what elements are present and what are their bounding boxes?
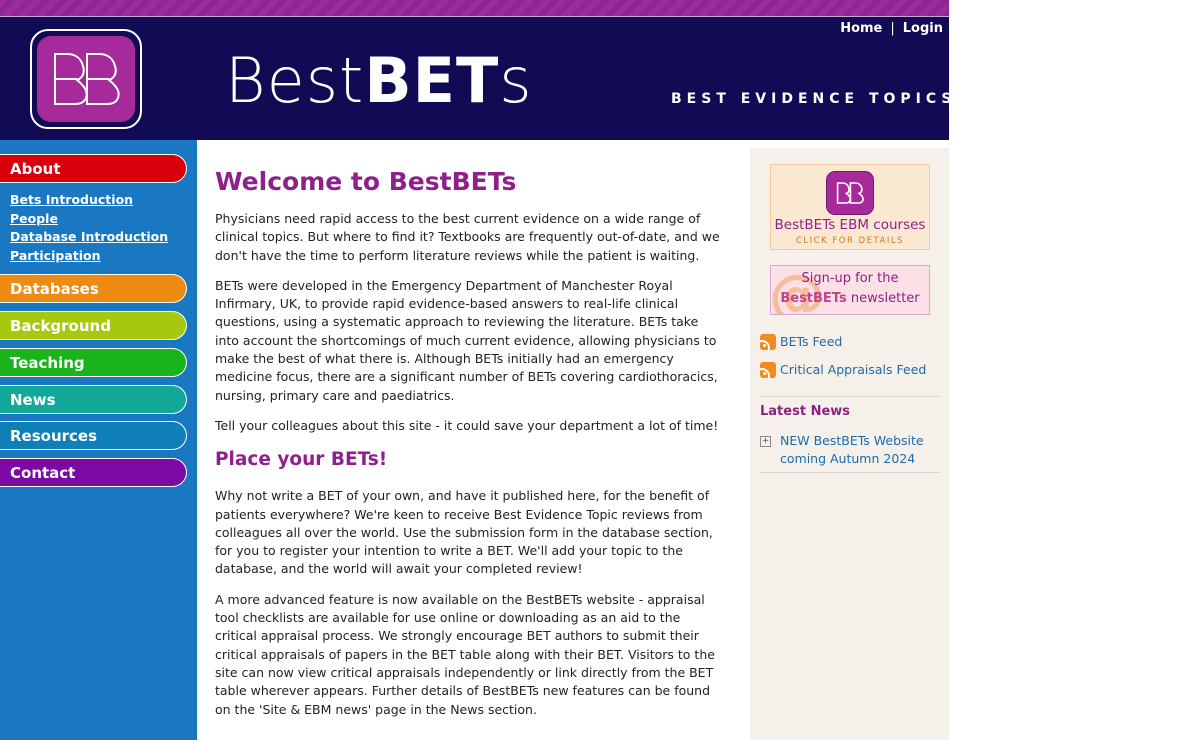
nav-separator: | — [890, 21, 895, 36]
bestbets-logo[interactable] — [30, 29, 142, 129]
home-link[interactable]: Home — [840, 21, 882, 36]
bets-feed-link[interactable]: BETs Feed — [760, 334, 842, 352]
history-paragraph: BETs were developed in the Emergency Dep… — [215, 277, 718, 403]
page-title: Welcome to BestBETs — [215, 167, 517, 196]
section-title: Place your BETs! — [215, 449, 388, 471]
nav-label: Teaching — [10, 354, 85, 372]
newsletter-banner[interactable]: @ Sign-up for the BestBETs newsletter — [770, 265, 930, 315]
bets-introduction-link[interactable]: Bets Introduction — [10, 191, 168, 210]
newsletter-tail: newsletter — [850, 291, 920, 306]
nav-contact[interactable]: Contact — [0, 458, 187, 487]
ebm-courses-banner[interactable]: BestBETs EBM courses CLICK FOR DETAILS — [770, 164, 930, 250]
feed-label: BETs Feed — [780, 334, 843, 349]
rss-icon — [760, 362, 776, 378]
expand-plus-icon[interactable]: + — [760, 436, 771, 447]
nav-label: Databases — [10, 280, 99, 298]
login-link[interactable]: Login — [903, 21, 943, 36]
nav-databases[interactable]: Databases — [0, 274, 187, 303]
page: BestBETs BEST EVIDENCE TOPICS Home | Login… — [0, 0, 949, 740]
nav-label: News — [10, 391, 56, 409]
nav-label: Resources — [10, 427, 98, 445]
ebm-banner-title: BestBETs EBM courses — [774, 217, 926, 233]
submission-paragraph: Why not write a BET of your own, and hav… — [215, 488, 713, 577]
nav-background[interactable]: Background — [0, 311, 187, 340]
nav-label: Contact — [10, 464, 76, 482]
logo-monogram-icon — [37, 36, 135, 122]
share-paragraph: Tell your colleagues about this site - i… — [215, 417, 719, 433]
participation-link[interactable]: Participation — [10, 247, 168, 266]
bestbets-logo-icon — [826, 171, 874, 215]
news-item-link[interactable]: NEW BestBETs Website coming Autumn 2024 — [780, 432, 940, 468]
ebm-banner-cta: CLICK FOR DETAILS — [796, 236, 904, 246]
divider — [760, 472, 940, 473]
nav-label: Background — [10, 317, 111, 335]
latest-news-heading: Latest News — [760, 404, 851, 419]
right-column: BestBETs EBM courses CLICK FOR DETAILS @… — [750, 148, 949, 740]
nav-teaching[interactable]: Teaching — [0, 348, 187, 377]
main-content: Welcome to BestBETs Physicians need rapi… — [215, 165, 720, 731]
divider — [760, 396, 940, 397]
database-introduction-link[interactable]: Database Introduction — [10, 228, 168, 247]
appraisal-paragraph: A more advanced feature is now available… — [215, 591, 715, 717]
nav-label: About — [10, 160, 61, 178]
nav-about[interactable]: About — [0, 154, 187, 183]
top-stripe — [0, 0, 949, 17]
feed-label: Critical Appraisals Feed — [780, 362, 927, 377]
header: BestBETs BEST EVIDENCE TOPICS Home | Login — [0, 17, 949, 140]
site-wordmark: BestBETs — [225, 44, 533, 117]
nav-resources[interactable]: Resources — [0, 421, 187, 450]
top-nav: Home | Login — [840, 21, 943, 36]
rss-icon — [760, 334, 776, 350]
newsletter-line2: BestBETs newsletter — [771, 291, 929, 306]
newsletter-brand: BestBETs — [780, 291, 847, 306]
about-submenu: Bets Introduction People Database Introd… — [10, 191, 168, 265]
left-sidebar: About Bets Introduction People Database … — [0, 140, 197, 740]
critical-appraisals-feed-link[interactable]: Critical Appraisals Feed — [760, 362, 926, 380]
people-link[interactable]: People — [10, 210, 168, 229]
newsletter-line1: Sign-up for the — [801, 271, 899, 286]
intro-paragraph: Physicians need rapid access to the best… — [215, 211, 720, 263]
tagline: BEST EVIDENCE TOPICS — [671, 91, 949, 107]
nav-news[interactable]: News — [0, 385, 187, 414]
